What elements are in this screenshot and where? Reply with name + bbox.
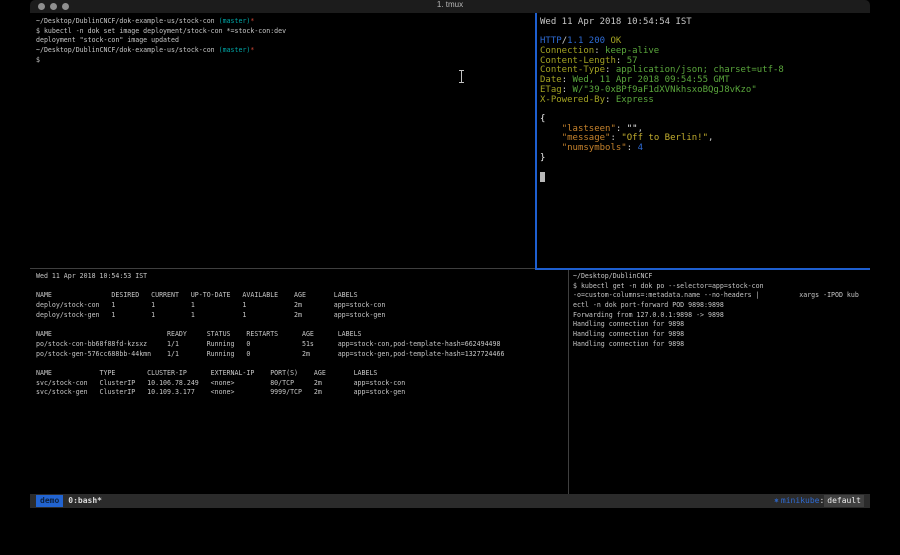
pane-bottom-right-port-forward[interactable]: ~/Desktop/DublinCNCF$ kubectl get -n dok… [573,272,859,350]
tmux-status-bar: demo 0:bash* ⎈ minikube : default [30,494,870,508]
session-name-badge: demo [36,495,63,507]
desktop-background: 1. tmux ~/Desktop/DublinCNCF/dok-example… [0,0,900,555]
mouse-ibeam-cursor [458,70,465,83]
pane-divider-horizontal-left [30,268,535,269]
kube-context: minikube [781,494,820,508]
traffic-lights [38,3,69,10]
pane-top-right-http-response[interactable]: Wed 11 Apr 2018 10:54:54 ISTHTTP/1.1 200… [540,17,784,182]
zoom-button[interactable] [62,3,69,10]
terminal-window: 1. tmux ~/Desktop/DublinCNCF/dok-example… [30,0,870,508]
close-button[interactable] [38,3,45,10]
minimize-button[interactable] [50,3,57,10]
pane-bottom-left-kubectl-get[interactable]: Wed 11 Apr 2018 10:54:53 ISTNAME DESIRED… [36,272,504,398]
titlebar[interactable]: 1. tmux [30,0,870,13]
pane-top-left-shell[interactable]: ~/Desktop/DublinCNCF/dok-example-us/stoc… [36,17,286,65]
pane-divider-vertical-bottom [568,270,569,494]
pane-divider-vertical-top-active [535,13,537,269]
window-title: 1. tmux [30,0,870,9]
pane-divider-horizontal-right-active [535,268,870,270]
status-window-item[interactable]: 0:bash* [68,494,102,508]
kube-namespace: default [824,495,864,507]
helm-wheel-icon: ⎈ [774,494,779,508]
tmux-terminal: ~/Desktop/DublinCNCF/dok-example-us/stoc… [30,13,870,494]
